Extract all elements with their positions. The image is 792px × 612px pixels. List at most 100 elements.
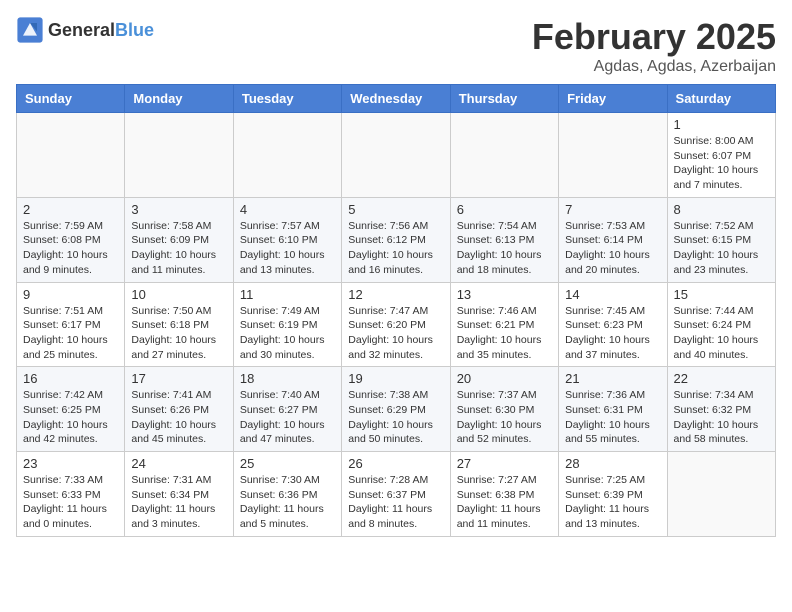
day-number: 22 (674, 371, 769, 386)
calendar-cell: 27 Sunrise: 7:27 AM Sunset: 6:38 PM Dayli… (450, 452, 558, 537)
calendar-cell: 17 Sunrise: 7:41 AM Sunset: 6:26 PM Dayli… (125, 367, 233, 452)
day-info: Sunrise: 8:00 AM Sunset: 6:07 PM Dayligh… (674, 134, 769, 193)
day-number: 12 (348, 287, 443, 302)
calendar-table: SundayMondayTuesdayWednesdayThursdayFrid… (16, 84, 776, 537)
column-header-monday: Monday (125, 85, 233, 113)
calendar-cell: 25 Sunrise: 7:30 AM Sunset: 6:36 PM Dayli… (233, 452, 341, 537)
month-title: February 2025 (532, 16, 776, 58)
day-number: 9 (23, 287, 118, 302)
day-info: Sunrise: 7:54 AM Sunset: 6:13 PM Dayligh… (457, 219, 552, 278)
calendar-cell: 3 Sunrise: 7:58 AM Sunset: 6:09 PM Daylig… (125, 197, 233, 282)
title-block: February 2025 Agdas, Agdas, Azerbaijan (532, 16, 776, 76)
day-number: 17 (131, 371, 226, 386)
calendar-cell: 9 Sunrise: 7:51 AM Sunset: 6:17 PM Daylig… (17, 282, 125, 367)
calendar-week-row: 1 Sunrise: 8:00 AM Sunset: 6:07 PM Daylig… (17, 113, 776, 198)
day-info: Sunrise: 7:30 AM Sunset: 6:36 PM Dayligh… (240, 473, 335, 532)
calendar-cell: 23Sunrise: 7:33 AM Sunset: 6:33 PM Dayli… (17, 452, 125, 537)
page-header: GeneralBlue February 2025 Agdas, Agdas, … (16, 16, 776, 76)
day-info: Sunrise: 7:38 AM Sunset: 6:29 PM Dayligh… (348, 388, 443, 447)
calendar-cell: 6 Sunrise: 7:54 AM Sunset: 6:13 PM Daylig… (450, 197, 558, 282)
calendar-cell (125, 113, 233, 198)
day-number: 10 (131, 287, 226, 302)
calendar-cell: 7Sunrise: 7:53 AM Sunset: 6:14 PM Daylig… (559, 197, 667, 282)
day-info: Sunrise: 7:31 AM Sunset: 6:34 PM Dayligh… (131, 473, 226, 532)
calendar-cell: 15 Sunrise: 7:44 AM Sunset: 6:24 PM Dayli… (667, 282, 775, 367)
day-number: 27 (457, 456, 552, 471)
column-header-sunday: Sunday (17, 85, 125, 113)
calendar-cell: 4 Sunrise: 7:57 AM Sunset: 6:10 PM Daylig… (233, 197, 341, 282)
calendar-cell (17, 113, 125, 198)
logo-icon (16, 16, 44, 44)
calendar-cell (342, 113, 450, 198)
day-info: Sunrise: 7:42 AM Sunset: 6:25 PM Dayligh… (23, 388, 118, 447)
calendar-cell (559, 113, 667, 198)
day-number: 26 (348, 456, 443, 471)
calendar-cell: 2 Sunrise: 7:59 AM Sunset: 6:08 PM Daylig… (17, 197, 125, 282)
day-number: 14 (565, 287, 660, 302)
calendar-cell: 11 Sunrise: 7:49 AM Sunset: 6:19 PM Dayli… (233, 282, 341, 367)
calendar-cell: 24Sunrise: 7:31 AM Sunset: 6:34 PM Dayli… (125, 452, 233, 537)
day-info: Sunrise: 7:47 AM Sunset: 6:20 PM Dayligh… (348, 304, 443, 363)
calendar-cell: 13Sunrise: 7:46 AM Sunset: 6:21 PM Dayli… (450, 282, 558, 367)
calendar-week-row: 16 Sunrise: 7:42 AM Sunset: 6:25 PM Dayli… (17, 367, 776, 452)
day-info: Sunrise: 7:57 AM Sunset: 6:10 PM Dayligh… (240, 219, 335, 278)
day-number: 1 (674, 117, 769, 132)
calendar-cell: 18 Sunrise: 7:40 AM Sunset: 6:27 PM Dayli… (233, 367, 341, 452)
day-info: Sunrise: 7:49 AM Sunset: 6:19 PM Dayligh… (240, 304, 335, 363)
calendar-cell: 20Sunrise: 7:37 AM Sunset: 6:30 PM Dayli… (450, 367, 558, 452)
day-number: 2 (23, 202, 118, 217)
calendar-cell: 10 Sunrise: 7:50 AM Sunset: 6:18 PM Dayli… (125, 282, 233, 367)
day-info: Sunrise: 7:41 AM Sunset: 6:26 PM Dayligh… (131, 388, 226, 447)
day-info: Sunrise: 7:40 AM Sunset: 6:27 PM Dayligh… (240, 388, 335, 447)
calendar-cell: 14 Sunrise: 7:45 AM Sunset: 6:23 PM Dayli… (559, 282, 667, 367)
day-info: Sunrise: 7:45 AM Sunset: 6:23 PM Dayligh… (565, 304, 660, 363)
calendar-cell (233, 113, 341, 198)
calendar-week-row: 9 Sunrise: 7:51 AM Sunset: 6:17 PM Daylig… (17, 282, 776, 367)
day-info: Sunrise: 7:58 AM Sunset: 6:09 PM Dayligh… (131, 219, 226, 278)
day-number: 4 (240, 202, 335, 217)
day-number: 20 (457, 371, 552, 386)
calendar-cell: 19 Sunrise: 7:38 AM Sunset: 6:29 PM Dayli… (342, 367, 450, 452)
calendar-cell: 5 Sunrise: 7:56 AM Sunset: 6:12 PM Daylig… (342, 197, 450, 282)
calendar-cell: 1 Sunrise: 8:00 AM Sunset: 6:07 PM Daylig… (667, 113, 775, 198)
day-info: Sunrise: 7:56 AM Sunset: 6:12 PM Dayligh… (348, 219, 443, 278)
day-info: Sunrise: 7:52 AM Sunset: 6:15 PM Dayligh… (674, 219, 769, 278)
day-info: Sunrise: 7:53 AM Sunset: 6:14 PM Dayligh… (565, 219, 660, 278)
day-info: Sunrise: 7:44 AM Sunset: 6:24 PM Dayligh… (674, 304, 769, 363)
day-number: 8 (674, 202, 769, 217)
calendar-cell (667, 452, 775, 537)
day-number: 25 (240, 456, 335, 471)
calendar-week-row: 23Sunrise: 7:33 AM Sunset: 6:33 PM Dayli… (17, 452, 776, 537)
day-info: Sunrise: 7:50 AM Sunset: 6:18 PM Dayligh… (131, 304, 226, 363)
day-number: 19 (348, 371, 443, 386)
calendar-cell: 21Sunrise: 7:36 AM Sunset: 6:31 PM Dayli… (559, 367, 667, 452)
calendar-header-row: SundayMondayTuesdayWednesdayThursdayFrid… (17, 85, 776, 113)
column-header-tuesday: Tuesday (233, 85, 341, 113)
day-info: Sunrise: 7:28 AM Sunset: 6:37 PM Dayligh… (348, 473, 443, 532)
calendar-cell (450, 113, 558, 198)
location: Agdas, Agdas, Azerbaijan (532, 58, 776, 76)
day-number: 16 (23, 371, 118, 386)
calendar-cell: 8 Sunrise: 7:52 AM Sunset: 6:15 PM Daylig… (667, 197, 775, 282)
day-number: 15 (674, 287, 769, 302)
day-number: 18 (240, 371, 335, 386)
calendar-cell: 26 Sunrise: 7:28 AM Sunset: 6:37 PM Dayli… (342, 452, 450, 537)
day-number: 6 (457, 202, 552, 217)
calendar-cell: 28Sunrise: 7:25 AM Sunset: 6:39 PM Dayli… (559, 452, 667, 537)
logo: GeneralBlue (16, 16, 154, 44)
column-header-saturday: Saturday (667, 85, 775, 113)
day-info: Sunrise: 7:36 AM Sunset: 6:31 PM Dayligh… (565, 388, 660, 447)
column-header-wednesday: Wednesday (342, 85, 450, 113)
day-info: Sunrise: 7:46 AM Sunset: 6:21 PM Dayligh… (457, 304, 552, 363)
day-number: 5 (348, 202, 443, 217)
logo-text: GeneralBlue (48, 20, 154, 41)
day-info: Sunrise: 7:27 AM Sunset: 6:38 PM Dayligh… (457, 473, 552, 532)
day-number: 11 (240, 287, 335, 302)
day-info: Sunrise: 7:51 AM Sunset: 6:17 PM Dayligh… (23, 304, 118, 363)
day-info: Sunrise: 7:33 AM Sunset: 6:33 PM Dayligh… (23, 473, 118, 532)
calendar-cell: 22Sunrise: 7:34 AM Sunset: 6:32 PM Dayli… (667, 367, 775, 452)
column-header-thursday: Thursday (450, 85, 558, 113)
day-number: 3 (131, 202, 226, 217)
day-info: Sunrise: 7:59 AM Sunset: 6:08 PM Dayligh… (23, 219, 118, 278)
calendar-week-row: 2 Sunrise: 7:59 AM Sunset: 6:08 PM Daylig… (17, 197, 776, 282)
